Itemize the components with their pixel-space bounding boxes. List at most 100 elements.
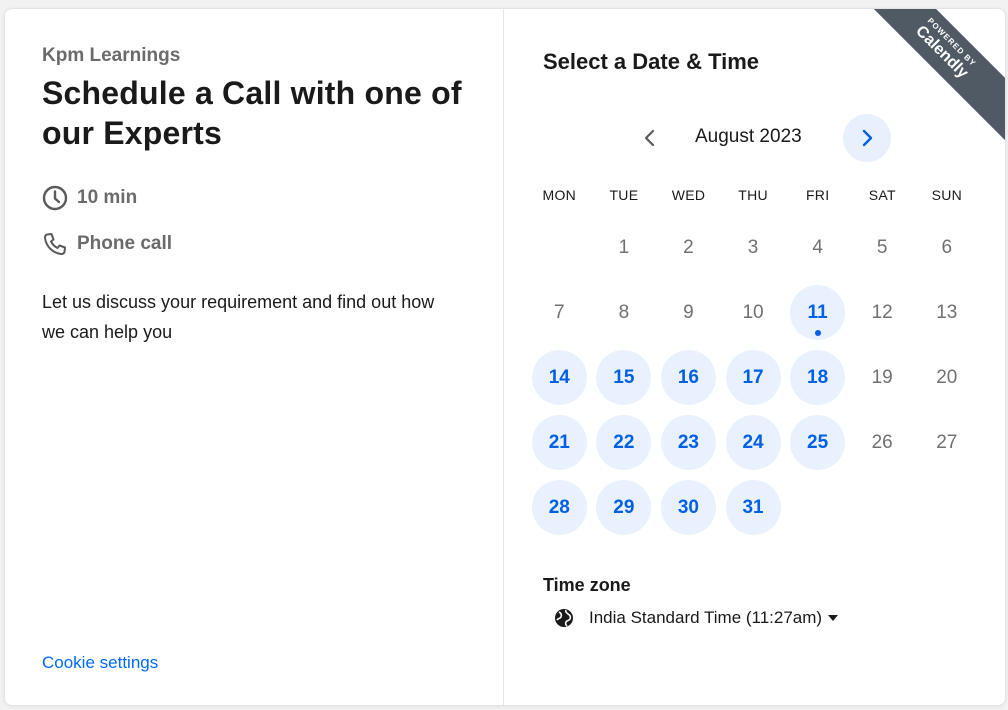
date-number: 4	[812, 236, 823, 258]
available-date-button[interactable]: 24	[721, 415, 786, 470]
location-text: Phone call	[77, 233, 173, 254]
date-number: 6	[941, 236, 953, 258]
available-date-button[interactable]: 22	[592, 415, 657, 470]
calendar-week-row: 21 22 23 24 25 26 27	[527, 410, 979, 475]
date-number: 17	[725, 350, 781, 405]
timezone-label: Time zone	[543, 575, 631, 595]
available-date-button[interactable]: 11	[785, 285, 850, 340]
calendar-week-row: 1 2 3 4 5 6	[527, 215, 979, 280]
date-number: 22	[596, 415, 652, 470]
available-date-button[interactable]: 23	[656, 415, 721, 470]
calendar-grid: 1 2 3 4 5 6 7 8 9 10 11 12 13 14 15 16 17 18 19 20 21 22 23 24 2…	[527, 215, 979, 540]
date-number: 11	[790, 285, 846, 340]
date-number: 31	[725, 480, 781, 535]
date-number: 16	[660, 350, 716, 405]
date-number: 29	[596, 480, 652, 535]
date-number: 3	[747, 236, 759, 258]
chevron-left-icon	[644, 129, 655, 147]
unavailable-date: 9	[656, 285, 721, 340]
unavailable-date: 7	[527, 285, 592, 340]
duration-text: 10 min	[77, 187, 138, 208]
unavailable-date: 13	[914, 285, 979, 340]
weekday-label: THU	[738, 187, 768, 203]
date-number: 28	[531, 480, 587, 535]
weekday-label: TUE	[609, 187, 639, 203]
available-date-button[interactable]: 17	[721, 350, 786, 405]
calendar-empty-cell	[785, 480, 850, 535]
date-number: 19	[871, 366, 893, 388]
weekday-label: FRI	[805, 187, 830, 203]
weekday-label: MON	[542, 187, 577, 203]
available-date-button[interactable]: 16	[656, 350, 721, 405]
date-number: 26	[871, 431, 893, 453]
date-number: 25	[790, 415, 846, 470]
clock-icon	[42, 185, 68, 211]
available-date-button[interactable]: 29	[592, 480, 657, 535]
date-number: 30	[660, 480, 716, 535]
calendar-empty-cell	[527, 220, 592, 275]
available-date-button[interactable]: 28	[527, 480, 592, 535]
unavailable-date: 4	[785, 220, 850, 275]
calendar-week-row: 7 8 9 10 11 12 13	[527, 280, 979, 345]
organizer-name: Kpm Learnings	[42, 45, 181, 66]
timezone-value: India Standard Time (11:27am)	[589, 608, 823, 627]
weekday-header: MON TUE WED THU FRI SAT SUN	[527, 187, 979, 203]
globe-icon	[555, 609, 573, 627]
month-navigation: August 2023	[632, 114, 892, 162]
date-number: 27	[936, 431, 958, 453]
unavailable-date: 10	[721, 285, 786, 340]
current-month-label: August 2023	[695, 126, 802, 147]
phone-icon	[42, 231, 68, 257]
date-number: 21	[531, 415, 587, 470]
event-title: Schedule a Call with one of our Experts	[42, 75, 462, 151]
unavailable-date: 5	[850, 220, 915, 275]
calendar-empty-cell	[914, 480, 979, 535]
unavailable-date: 19	[850, 350, 915, 405]
unavailable-date: 26	[850, 415, 915, 470]
unavailable-date: 3	[721, 220, 786, 275]
date-picker-panel: Select a Date & Time August 2023 MON TUE W…	[504, 9, 1005, 705]
date-number: 13	[936, 301, 958, 323]
available-date-button[interactable]: 31	[721, 480, 786, 535]
date-number: 20	[936, 366, 958, 388]
unavailable-date: 12	[850, 285, 915, 340]
chevron-right-icon	[862, 129, 873, 147]
date-number: 2	[683, 236, 694, 258]
date-number: 5	[876, 236, 888, 258]
date-number: 15	[596, 350, 652, 405]
next-month-button[interactable]	[843, 114, 891, 162]
calendar-week-row: 14 15 16 17 18 19 20	[527, 345, 979, 410]
cookie-settings-link[interactable]: Cookie settings	[42, 653, 158, 673]
timezone-selector[interactable]: India Standard Time (11:27am)	[553, 607, 839, 629]
available-date-button[interactable]: 14	[527, 350, 592, 405]
date-number: 9	[683, 301, 694, 323]
date-number: 23	[660, 415, 716, 470]
available-date-button[interactable]: 30	[656, 480, 721, 535]
date-number: 8	[618, 301, 630, 323]
available-date-button[interactable]: 18	[785, 350, 850, 405]
weekday-label: SAT	[868, 187, 896, 203]
unavailable-date: 27	[914, 415, 979, 470]
date-number: 18	[790, 350, 846, 405]
previous-month-button[interactable]	[632, 120, 668, 156]
available-date-button[interactable]: 25	[785, 415, 850, 470]
weekday-label: SUN	[931, 187, 963, 203]
available-date-button[interactable]: 15	[592, 350, 657, 405]
date-number: 10	[742, 301, 764, 323]
date-number: 24	[725, 415, 781, 470]
unavailable-date: 6	[914, 220, 979, 275]
unavailable-date: 2	[656, 220, 721, 275]
unavailable-date: 20	[914, 350, 979, 405]
unavailable-date: 8	[592, 285, 657, 340]
available-date-button[interactable]: 21	[527, 415, 592, 470]
calendar-empty-cell	[850, 480, 915, 535]
date-number: 1	[618, 236, 630, 258]
date-number: 14	[531, 350, 587, 405]
date-number: 7	[554, 301, 565, 323]
duration-row: 10 min	[42, 185, 479, 211]
unavailable-date: 1	[592, 220, 657, 275]
event-description: Let us discuss your requirement and find…	[42, 292, 435, 342]
scheduling-card: Kpm Learnings Schedule a Call with one o…	[4, 8, 1006, 706]
date-number: 12	[871, 301, 893, 323]
weekday-label: WED	[671, 187, 706, 203]
